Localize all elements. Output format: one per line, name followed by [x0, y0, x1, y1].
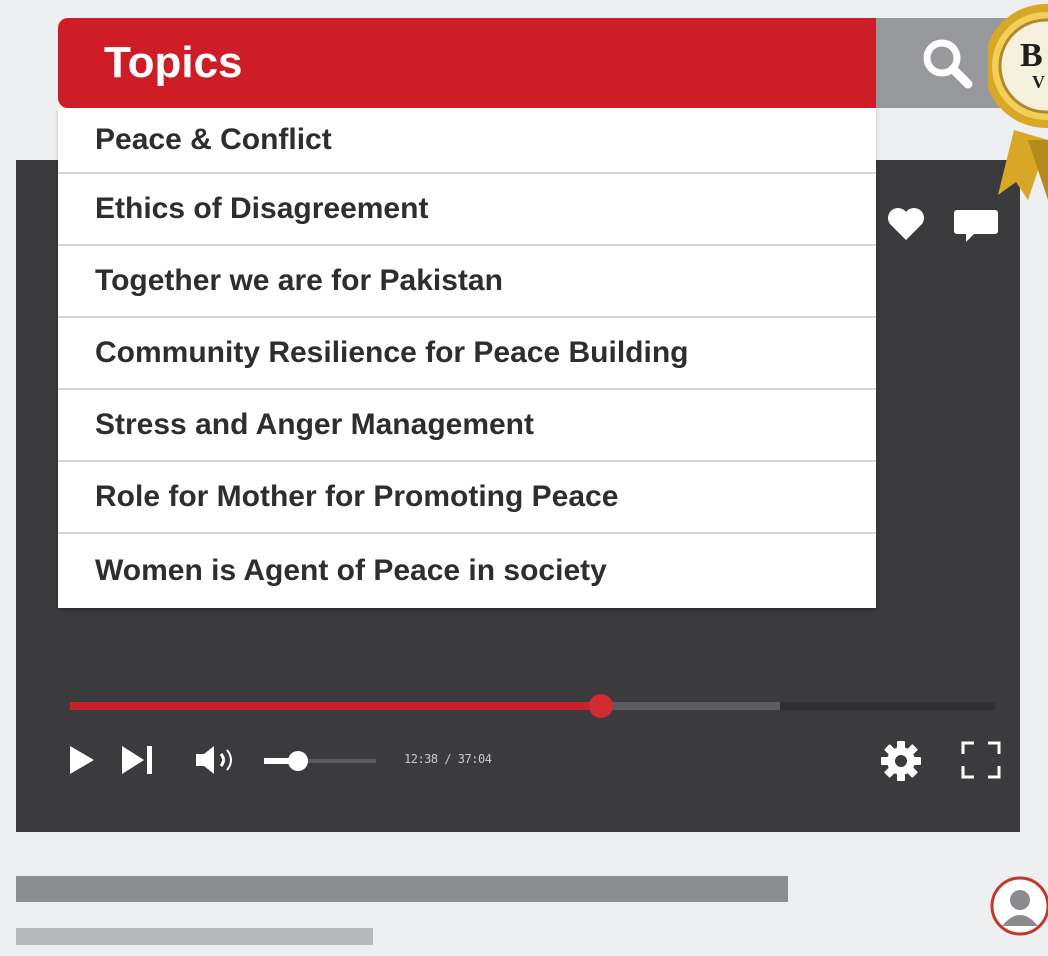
avatar-icon[interactable] [988, 874, 1048, 938]
award-badge-icon: B V [984, 0, 1048, 210]
topics-header-bar: Topics [58, 18, 1048, 108]
menu-item[interactable]: Women is Agent of Peace in society [58, 534, 876, 608]
topics-title: Topics [104, 38, 243, 87]
badge-text-2: V [1032, 72, 1045, 92]
skip-next-icon[interactable] [120, 744, 156, 781]
menu-item[interactable]: Community Resilience for Peace Building [58, 318, 876, 390]
search-icon[interactable] [920, 36, 976, 97]
menu-item[interactable]: Ethics of Disagreement [58, 174, 876, 246]
topics-dropdown-button[interactable]: Topics [58, 18, 878, 108]
menu-item[interactable]: Peace & Conflict [58, 108, 876, 174]
menu-item[interactable]: Stress and Anger Management [58, 390, 876, 462]
play-icon[interactable] [68, 744, 96, 781]
comment-icon[interactable] [952, 208, 1000, 249]
menu-item[interactable]: Together we are for Pakistan [58, 246, 876, 318]
title-placeholder [16, 876, 788, 902]
fullscreen-icon[interactable] [960, 740, 1002, 785]
menu-item[interactable]: Role for Mother for Promoting Peace [58, 462, 876, 534]
subtitle-placeholder [16, 928, 373, 945]
volume-icon[interactable] [194, 744, 242, 781]
badge-text-1: B [1020, 37, 1043, 74]
heart-icon[interactable] [886, 206, 926, 247]
topics-menu: Peace & Conflict Ethics of Disagreement … [58, 108, 876, 608]
progress-scrubber[interactable] [589, 694, 613, 718]
settings-icon[interactable] [880, 740, 922, 787]
progress-played [70, 702, 600, 710]
time-readout: 12:38 / 37:04 [404, 752, 492, 766]
volume-slider-knob[interactable] [288, 751, 308, 771]
